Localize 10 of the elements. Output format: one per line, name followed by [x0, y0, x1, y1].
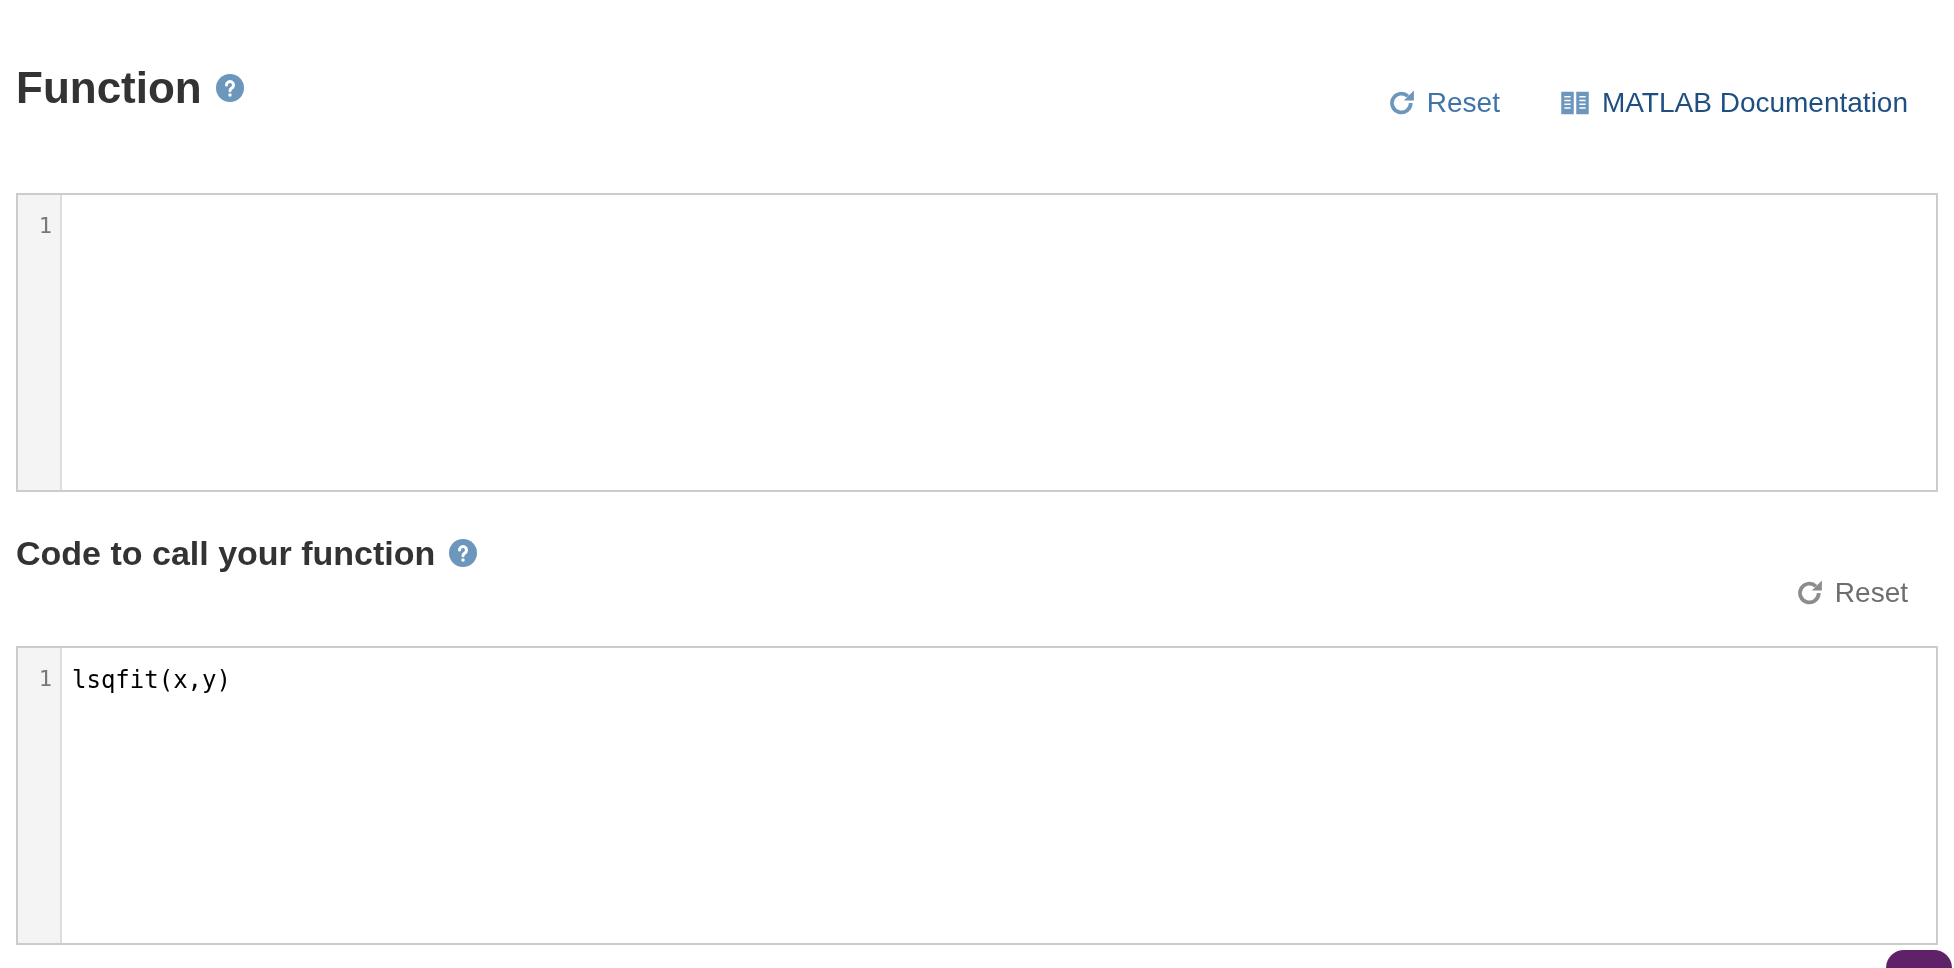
- floating-button[interactable]: [1886, 950, 1952, 968]
- section-title: Function: [16, 62, 202, 114]
- documentation-link[interactable]: MATLAB Documentation: [1559, 82, 1908, 124]
- line-number: 1: [37, 212, 53, 239]
- line-number: 1: [37, 665, 53, 692]
- code-editor[interactable]: 1 lsqfit(x,y): [16, 646, 1938, 945]
- reset-link[interactable]: Reset: [1386, 82, 1500, 124]
- code-editor[interactable]: 1: [16, 193, 1938, 492]
- code-line: lsqfit(x,y): [72, 665, 232, 692]
- section-title: Code to call your function: [16, 533, 436, 574]
